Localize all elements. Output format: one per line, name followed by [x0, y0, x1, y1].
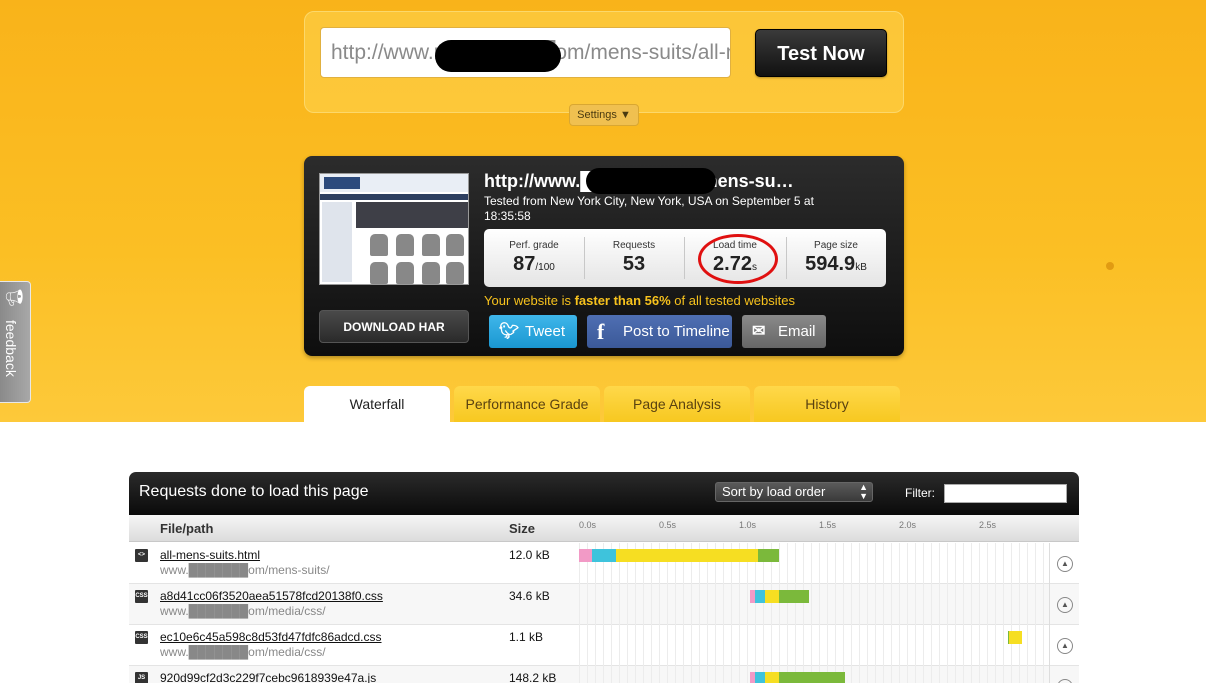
stat-label: Perf. grade — [509, 240, 559, 251]
expand-row-icon[interactable]: ▲ — [1057, 556, 1073, 572]
url-test-box: http://www.m███████om/mens-suits/all-m T… — [304, 11, 904, 126]
envelope-icon: ✉ — [752, 323, 766, 340]
waterfall-bar-segment — [755, 590, 765, 603]
request-file-name[interactable]: a8d41cc06f3520aea51578fcd20138f0.css — [160, 589, 383, 603]
column-header: File/path Size 0.0s 0.5s 1.0s 1.5s 2.0s 2.5s — [129, 515, 1079, 542]
highlight-circle — [698, 234, 778, 284]
waterfall-track — [579, 625, 1049, 666]
filter-input[interactable] — [944, 484, 1067, 503]
timeline-tick-label: 2.0s — [899, 520, 917, 530]
stat-label: Requests — [612, 240, 656, 251]
waterfall-bar-segment — [758, 549, 779, 562]
stats-bar: Perf. grade 87/100 Requests 53 Load time… — [484, 229, 886, 287]
stat-value: 594.9kB — [805, 253, 867, 275]
column-file-path[interactable]: File/path — [160, 521, 213, 536]
request-file-name[interactable]: 920d99cf2d3c229f7cebc9618939e47a.js — [160, 671, 376, 683]
request-size: 148.2 kB — [509, 671, 557, 683]
file-type-icon: CSS — [135, 590, 148, 603]
settings-button[interactable]: Settings ▼ — [569, 104, 639, 126]
stat-value: 87/100 — [513, 253, 555, 275]
requests-panel-header: Requests done to load this page Sort by … — [129, 472, 1079, 515]
decorative-dot — [1106, 262, 1114, 270]
requests-panel: Requests done to load this page Sort by … — [129, 472, 1079, 683]
download-har-button[interactable]: DOWNLOAD HAR — [319, 310, 469, 343]
timeline-tick-label: 1.0s — [739, 520, 757, 530]
stat-requests: Requests 53 — [584, 229, 684, 287]
tab-history[interactable]: History — [754, 386, 900, 422]
page-screenshot-thumbnail — [319, 173, 469, 285]
request-file-path: www.███████om/media/css/ — [160, 604, 326, 618]
test-now-button[interactable]: Test Now — [755, 29, 887, 77]
hero-banner: http://www.m███████om/mens-suits/all-m T… — [0, 0, 1206, 422]
tab-performance-grade[interactable]: Performance Grade — [454, 386, 600, 422]
stat-page-size: Page size 594.9kB — [786, 229, 886, 287]
waterfall-bar-segment — [779, 672, 845, 683]
twitter-bird-icon: 🐦︎ — [499, 323, 520, 340]
result-card: DOWNLOAD HAR http://www.███████om/mens-s… — [304, 156, 904, 356]
request-file-path: www.███████om/media/css/ — [160, 645, 326, 659]
request-size: 1.1 kB — [509, 630, 544, 644]
tab-waterfall[interactable]: Waterfall — [304, 386, 450, 422]
waterfall-bar-segment — [764, 590, 779, 603]
request-row[interactable]: CSS ec10e6c45a598c8d53fd47fdfc86adcd.css w… — [129, 625, 1079, 666]
filter-label: Filter: — [905, 486, 935, 500]
redaction-mark — [586, 168, 716, 194]
waterfall-bar-segment — [615, 549, 759, 562]
megaphone-icon: 📢︎ — [4, 290, 25, 307]
timeline-tick-label: 1.5s — [819, 520, 837, 530]
expand-row-icon[interactable]: ▲ — [1057, 679, 1073, 683]
faster-than-text: Your website is faster than 56% of all t… — [484, 293, 795, 308]
post-to-timeline-button[interactable]: f Post to Timeline — [587, 315, 732, 348]
timeline-tick-label: 0.5s — [659, 520, 677, 530]
sort-select[interactable]: Sort by load order ▲ ▼ — [715, 482, 873, 502]
column-size[interactable]: Size — [509, 521, 535, 536]
request-size: 12.0 kB — [509, 548, 550, 562]
request-row[interactable]: <> all-mens-suits.html www.███████om/mens-… — [129, 543, 1079, 584]
expand-row-icon[interactable]: ▲ — [1057, 597, 1073, 613]
waterfall-bar-segment — [1009, 631, 1023, 644]
request-size: 34.6 kB — [509, 589, 550, 603]
waterfall-bar-segment — [779, 590, 810, 603]
waterfall-track — [579, 666, 1049, 683]
timeline-tick-label: 2.5s — [979, 520, 997, 530]
file-type-icon: JS — [135, 672, 148, 683]
waterfall-bar-segment — [764, 672, 779, 683]
request-row[interactable]: CSS a8d41cc06f3520aea51578fcd20138f0.css w… — [129, 584, 1079, 625]
timeline-tick-label: 0.0s — [579, 520, 597, 530]
waterfall-bar-segment — [591, 549, 616, 562]
file-type-icon: CSS — [135, 631, 148, 644]
waterfall-bar-segment — [579, 549, 592, 562]
request-file-path: www.███████om/mens-suits/ — [160, 563, 330, 577]
redaction-mark — [435, 40, 561, 72]
sort-arrows-icon: ▲ ▼ — [859, 482, 868, 501]
waterfall-track — [579, 543, 1049, 584]
request-row[interactable]: JS 920d99cf2d3c229f7cebc9618939e47a.js 148… — [129, 666, 1079, 683]
feedback-label: feedback — [3, 320, 19, 377]
tab-page-analysis[interactable]: Page Analysis — [604, 386, 750, 422]
file-type-icon: <> — [135, 549, 148, 562]
request-file-name[interactable]: all-mens-suits.html — [160, 548, 260, 562]
facebook-icon: f — [597, 319, 605, 344]
waterfall-track — [579, 584, 1049, 625]
waterfall-bar-segment — [755, 672, 765, 683]
tested-from-text: Tested from New York City, New York, USA… — [484, 194, 814, 223]
request-file-name[interactable]: ec10e6c45a598c8d53fd47fdfc86adcd.css — [160, 630, 382, 644]
stat-value: 53 — [622, 253, 646, 275]
email-button[interactable]: ✉ Email — [742, 315, 826, 348]
stat-label: Page size — [814, 240, 858, 251]
requests-panel-title: Requests done to load this page — [139, 483, 369, 500]
stat-perf-grade: Perf. grade 87/100 — [484, 229, 584, 287]
expand-row-icon[interactable]: ▲ — [1057, 638, 1073, 654]
feedback-tab[interactable]: 📢︎ feedback — [0, 281, 31, 403]
tweet-button[interactable]: 🐦︎ Tweet — [489, 315, 577, 348]
